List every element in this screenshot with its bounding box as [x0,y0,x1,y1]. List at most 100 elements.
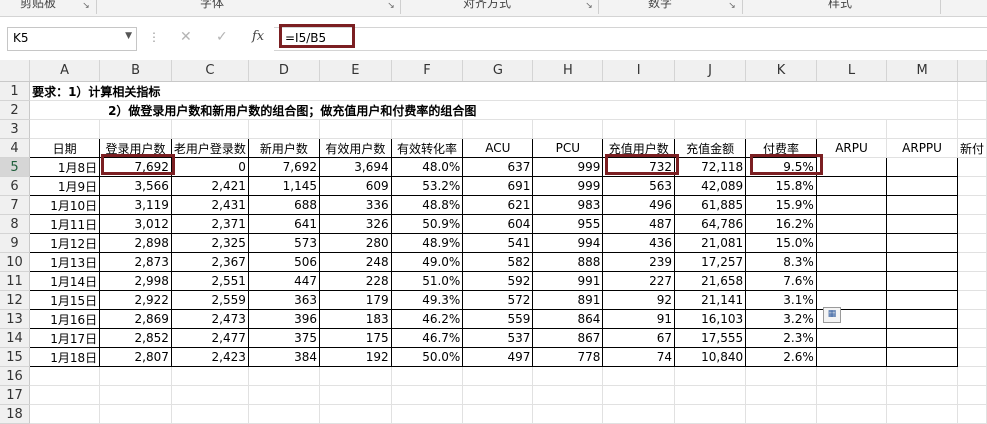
cell[interactable] [29,366,101,386]
table-data-cell[interactable]: 2,325 [170,233,249,253]
table-data-cell[interactable]: 42,089 [674,176,747,196]
row-header[interactable]: 6 [0,176,31,196]
table-data-cell[interactable]: 384 [247,347,320,367]
cell[interactable] [957,176,987,196]
table-data-cell[interactable]: 864 [532,309,604,329]
column-header[interactable]: F [391,60,464,82]
cell[interactable] [532,404,604,424]
paste-options-icon[interactable]: ▦ [823,307,841,323]
cell[interactable] [957,81,987,101]
table-data-cell[interactable]: 1月11日 [29,214,101,234]
table-data-cell[interactable]: 604 [462,214,534,234]
table-data-cell[interactable]: 228 [318,271,392,291]
cell[interactable] [674,404,747,424]
table-data-cell[interactable]: 375 [247,328,320,348]
cell[interactable] [957,385,987,405]
table-data-cell[interactable]: 487 [602,214,676,234]
table-data-cell[interactable]: 16,103 [674,309,747,329]
cell[interactable] [248,366,320,386]
cell[interactable] [29,385,101,405]
table-header-cell[interactable]: 新付 [957,138,987,158]
table-data-cell[interactable]: 436 [602,233,676,253]
row-header[interactable]: 15 [0,347,31,367]
name-box[interactable]: K5 ▼ [7,27,137,51]
table-data-cell[interactable]: 7.6% [745,271,817,291]
cancel-icon[interactable]: ✕ [180,29,192,45]
column-header[interactable]: I [602,60,676,82]
table-data-cell[interactable]: 991 [532,271,604,291]
table-data-cell[interactable]: 2,371 [170,214,249,234]
row-header[interactable]: 12 [0,290,31,310]
table-data-cell[interactable]: 336 [318,195,392,215]
dialog-launcher-icon[interactable]: ↘ [385,0,397,12]
cell[interactable] [462,404,534,424]
table-header-cell[interactable]: 有效用户数 [318,138,392,158]
table-data-cell[interactable]: 1月15日 [29,290,101,310]
table-data-cell[interactable]: 2,421 [170,176,249,196]
cell[interactable] [745,385,817,405]
table-header-cell[interactable]: 老用户登录数 [170,138,249,158]
table-data-cell[interactable]: 1月16日 [29,309,101,329]
column-header[interactable]: E [319,60,392,82]
column-header[interactable]: C [171,60,249,82]
table-data-cell[interactable]: 17,257 [674,252,747,272]
table-header-cell[interactable]: ACU [462,138,534,158]
table-data-cell[interactable]: 1月14日 [29,271,101,291]
chevron-down-icon[interactable]: ▼ [125,31,132,41]
cell[interactable] [957,119,987,139]
cell[interactable] [391,366,464,386]
cell[interactable] [674,366,747,386]
table-data-cell[interactable]: 1月13日 [29,252,101,272]
check-icon[interactable]: ✓ [216,29,228,45]
cell[interactable] [957,347,987,367]
table-data-cell[interactable]: 2,998 [99,271,172,291]
table-data-cell[interactable]: 49.3% [390,290,464,310]
table-data-cell[interactable]: 3,566 [99,176,172,196]
table-data-cell[interactable]: 3,119 [99,195,172,215]
cell[interactable] [886,404,958,424]
cell[interactable] [957,328,987,348]
row-header[interactable]: 18 [0,404,31,424]
table-data-cell[interactable]: 53.2% [390,176,464,196]
table-data-cell[interactable]: 891 [532,290,604,310]
cell[interactable] [886,309,958,329]
dialog-launcher-icon[interactable]: ↘ [80,0,92,12]
cell[interactable] [886,195,958,215]
cell[interactable] [462,385,534,405]
table-data-cell[interactable]: 3,694 [318,157,392,177]
table-header-cell[interactable]: 充值金额 [674,138,747,158]
cell[interactable] [957,252,987,272]
table-header-cell[interactable]: ARPPU [886,138,958,158]
table-data-cell[interactable]: 179 [318,290,392,310]
cell[interactable] [815,233,888,253]
table-data-cell[interactable]: 541 [462,233,534,253]
table-header-cell[interactable]: 新用户数 [247,138,320,158]
table-data-cell[interactable]: 999 [532,176,604,196]
cell[interactable] [815,214,888,234]
table-data-cell[interactable]: 1月8日 [29,157,101,177]
cell[interactable] [816,366,888,386]
cell[interactable] [815,347,888,367]
column-header[interactable]: K [745,60,817,82]
row-header[interactable]: 14 [0,328,31,348]
table-data-cell[interactable]: 61,885 [674,195,747,215]
table-data-cell[interactable]: 183 [318,309,392,329]
table-data-cell[interactable]: 74 [602,347,676,367]
cell[interactable] [957,100,987,120]
table-data-cell[interactable]: 983 [532,195,604,215]
more-options-icon[interactable]: ⋮ [148,30,160,44]
select-all-corner[interactable] [0,60,31,82]
table-data-cell[interactable]: 621 [462,195,534,215]
column-header[interactable]: D [248,60,320,82]
table-data-cell[interactable]: 2,873 [99,252,172,272]
cell[interactable] [602,119,676,139]
table-data-cell[interactable]: 49.0% [390,252,464,272]
table-data-cell[interactable]: 609 [318,176,392,196]
cell[interactable] [815,252,888,272]
cell[interactable] [319,404,392,424]
table-data-cell[interactable]: 2,431 [170,195,249,215]
table-data-cell[interactable]: 2.6% [745,347,817,367]
table-data-cell[interactable]: 2,869 [99,309,172,329]
table-data-cell[interactable]: 1月18日 [29,347,101,367]
table-data-cell[interactable]: 637 [462,157,534,177]
